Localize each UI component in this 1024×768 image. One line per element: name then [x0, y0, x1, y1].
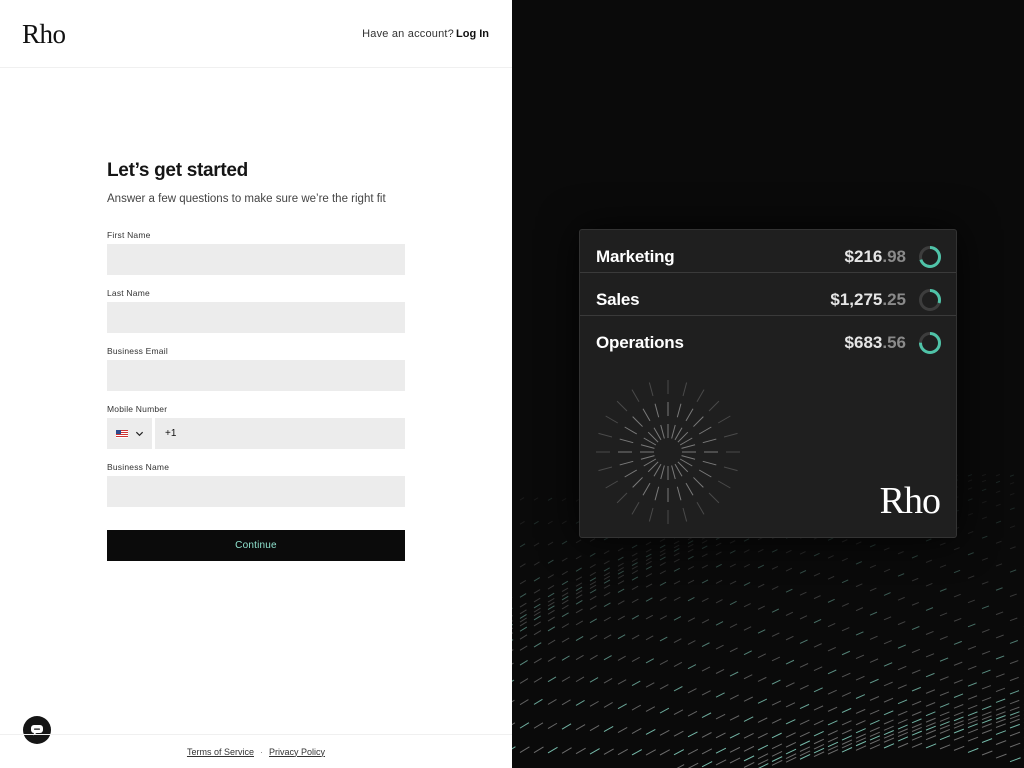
- card-row-operations: Operations $683.56: [580, 316, 956, 359]
- us-flag-icon: [115, 429, 128, 438]
- business-name-label: Business Name: [107, 462, 170, 472]
- footer-separator: ·: [260, 746, 263, 757]
- card-rho-logo: Rho: [879, 480, 941, 522]
- row-name: Sales: [596, 290, 640, 309]
- continue-button[interactable]: Continue: [107, 530, 405, 561]
- amount-cents: .25: [882, 290, 906, 309]
- progress-ring-icon: [919, 289, 941, 311]
- page-title: Let’s get started: [107, 160, 248, 181]
- signup-panel: Rho Have an account? Log In Let’s get st…: [0, 0, 512, 768]
- card-row-marketing: Marketing $216.98: [580, 230, 956, 273]
- mobile-number-row: [107, 418, 405, 449]
- mobile-number-field[interactable]: [155, 418, 405, 449]
- amount-main: $216: [844, 247, 883, 266]
- card-row-sales: Sales $1,275.25: [580, 273, 956, 316]
- last-name-label: Last Name: [107, 288, 150, 298]
- business-email-label: Business Email: [107, 346, 168, 356]
- rho-logo[interactable]: Rho: [22, 19, 66, 50]
- row-amount: $216.98: [845, 247, 906, 267]
- top-bar: Rho Have an account? Log In: [0, 0, 512, 68]
- first-name-label: First Name: [107, 230, 151, 240]
- chevron-down-icon: [135, 431, 143, 437]
- spending-card: Marketing $216.98 Sales $1,275.25 Operat…: [579, 229, 957, 538]
- starburst-decoration: [596, 380, 740, 524]
- footer: Terms of Service · Privacy Policy: [0, 734, 512, 768]
- progress-ring-icon: [919, 246, 941, 268]
- row-name: Marketing: [596, 247, 675, 266]
- amount-main: $683: [844, 333, 883, 352]
- progress-ring-icon: [919, 332, 941, 354]
- business-name-field[interactable]: [107, 476, 405, 507]
- last-name-field[interactable]: [107, 302, 405, 333]
- row-amount: $683.56: [845, 333, 906, 353]
- country-code-select[interactable]: [107, 418, 152, 449]
- privacy-policy-link[interactable]: Privacy Policy: [269, 747, 325, 757]
- business-email-field[interactable]: [107, 360, 405, 391]
- login-link[interactable]: Log In: [456, 28, 489, 40]
- mobile-number-label: Mobile Number: [107, 404, 168, 414]
- terms-of-service-link[interactable]: Terms of Service: [187, 747, 254, 757]
- have-account-text: Have an account?: [362, 28, 454, 40]
- first-name-field[interactable]: [107, 244, 405, 275]
- row-amount: $1,275.25: [830, 290, 906, 310]
- amount-main: $1,275: [830, 290, 883, 309]
- page-subtitle: Answer a few questions to make sure we’r…: [107, 193, 386, 205]
- row-name: Operations: [596, 333, 684, 352]
- amount-cents: .56: [882, 333, 906, 352]
- signup-form: Let’s get started Answer a few questions…: [107, 160, 405, 561]
- marketing-panel: Marketing $216.98 Sales $1,275.25 Operat…: [512, 0, 1024, 768]
- amount-cents: .98: [882, 247, 906, 266]
